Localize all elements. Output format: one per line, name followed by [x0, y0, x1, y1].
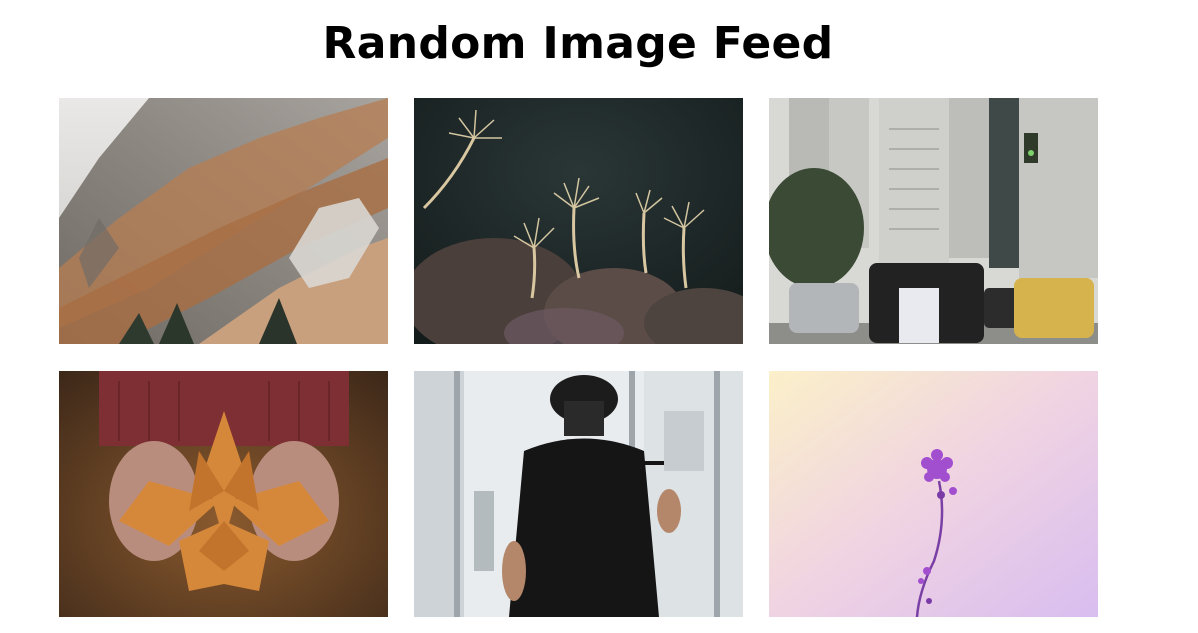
purple-flower-image — [769, 371, 1098, 617]
feed-image-purple-flower[interactable] — [769, 371, 1098, 617]
mountain-slope-image — [59, 98, 388, 344]
feed-image-mountain-slope[interactable] — [59, 98, 388, 344]
feed-image-feather-duster-worms[interactable] — [414, 98, 743, 344]
autumn-leaves-image — [59, 371, 388, 617]
image-feed-grid — [59, 98, 1098, 617]
feather-duster-worms-image — [414, 98, 743, 344]
page: Random Image Feed — [0, 0, 1198, 633]
page-title: Random Image Feed — [322, 18, 834, 69]
city-street-image — [769, 98, 1098, 344]
police-officer-image — [414, 371, 743, 617]
feed-image-city-street[interactable] — [769, 98, 1098, 344]
feed-image-police-officer[interactable] — [414, 371, 743, 617]
feed-image-autumn-leaves[interactable] — [59, 371, 388, 617]
